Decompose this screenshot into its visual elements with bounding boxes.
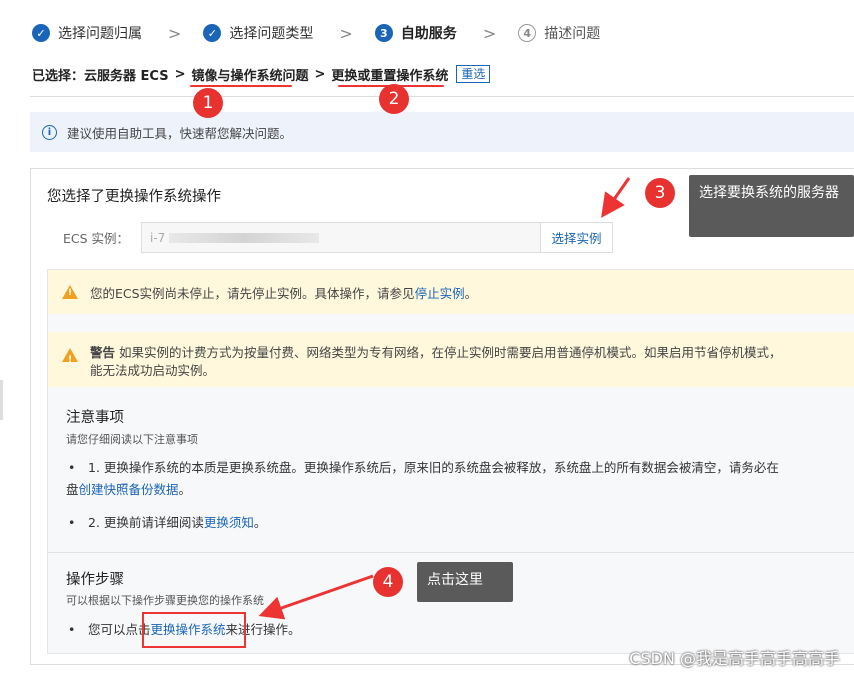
breadcrumb-item: 更换或重置操作系统 — [331, 68, 449, 84]
watermark: CSDN @我是高手高手高高手 — [629, 649, 840, 668]
ecs-instance-label: ECS 实例： — [63, 231, 130, 246]
progress-steps: ✓ 选择问题归属 > ✓ 选择问题类型 > 3 自助服务 > 4 描述问题 — [32, 22, 600, 44]
list-item: • 2. 更换前请详细阅读更换须知。 — [68, 515, 267, 530]
step-4-label: 描述问题 — [544, 26, 601, 42]
panel-title: 您选择了更换操作系统操作 — [47, 189, 221, 205]
divider — [30, 96, 854, 97]
annotation-callout-3: 选择要换系统的服务器 — [689, 175, 854, 237]
stop-mode-warning: ! 警告 如果实例的计费方式为按量付费、网络类型为专有网络，在停止实例时需要启用… — [48, 332, 854, 387]
stop-instance-warning: ! 您的ECS实例尚未停止，请先停止实例。具体操作，请参见停止实例。 — [48, 270, 854, 314]
breadcrumb: 已选择： 云服务器 ECS > 镜像与操作系统问题 > 更换或重置操作系统 重选 — [32, 64, 491, 84]
chevron-right-icon: > — [482, 23, 497, 43]
warning-text: 警告 如果实例的计费方式为按量付费、网络类型为专有网络，在停止实例时需要启用普通… — [90, 345, 782, 360]
annotation-callout-4: 点击这里 — [417, 562, 513, 602]
step-3: 3 自助服务 — [374, 22, 457, 44]
ecs-instance-value: i-7 — [150, 230, 166, 245]
step-2[interactable]: ✓ 选择问题类型 — [203, 22, 313, 44]
scroll-edge — [0, 380, 3, 420]
change-notice-link[interactable]: 更换须知 — [204, 515, 254, 530]
notes-title: 注意事项 — [66, 410, 124, 426]
step-2-label: 选择问题类型 — [229, 26, 314, 42]
annotation-badge-3: 3 — [645, 178, 675, 208]
steps-title: 操作步骤 — [66, 572, 124, 588]
select-instance-button[interactable]: 选择实例 — [541, 222, 613, 253]
warning-text: 您的ECS实例尚未停止，请先停止实例。具体操作，请参见停止实例。 — [90, 285, 478, 301]
stop-instance-link[interactable]: 停止实例 — [415, 286, 465, 301]
annotation-badge-1: 1 — [193, 88, 223, 118]
annotation-badge-2: 2 — [379, 84, 409, 114]
check-icon: ✓ — [203, 24, 222, 42]
list-item: • 1. 更换操作系统的本质是更换系统盘。更换操作系统后，原来旧的系统盘会被释放，… — [66, 460, 779, 497]
reselect-button[interactable]: 重选 — [456, 65, 491, 83]
annotation-underline — [190, 85, 292, 87]
step-4: 4 描述问题 — [518, 22, 600, 44]
divider — [48, 552, 854, 553]
notes-subtitle: 请您仔细阅读以下注意事项 — [66, 433, 198, 446]
step-1[interactable]: ✓ 选择问题归属 — [32, 22, 142, 44]
breadcrumb-prefix: 已选择： — [32, 68, 85, 84]
warning-icon: ! — [62, 348, 78, 365]
annotation-badge-4: 4 — [373, 567, 403, 597]
breadcrumb-separator: > — [314, 66, 326, 82]
step-4-number: 4 — [518, 24, 537, 42]
breadcrumb-separator: > — [174, 66, 186, 82]
warning-text-line2: 能无法成功启动实例。 — [90, 363, 216, 378]
chevron-right-icon: > — [339, 23, 353, 43]
create-snapshot-link[interactable]: 创建快照备份数据 — [79, 482, 179, 497]
step-3-label: 自助服务 — [400, 26, 457, 42]
tip-text: 建议使用自助工具，快速帮您解决问题。 — [67, 125, 293, 141]
ecs-instance-row: ECS 实例： i-7 选择实例 — [63, 222, 613, 253]
info-icon: i — [42, 124, 57, 140]
chevron-right-icon: > — [168, 23, 182, 43]
ecs-instance-field[interactable]: i-7 — [141, 222, 541, 253]
step-1-label: 选择问题归属 — [58, 26, 142, 42]
steps-subtitle: 可以根据以下操作步骤更换您的操作系统 — [66, 594, 264, 607]
check-icon: ✓ — [32, 24, 50, 42]
breadcrumb-item: 镜像与操作系统问题 — [191, 68, 309, 84]
step-3-number: 3 — [374, 24, 393, 42]
redacted-value — [169, 232, 320, 243]
warning-icon: ! — [62, 285, 78, 299]
annotation-highlight-box — [142, 612, 246, 648]
tip-banner: i 建议使用自助工具，快速帮您解决问题。 — [30, 112, 854, 152]
breadcrumb-item: 云服务器 ECS — [84, 68, 169, 84]
